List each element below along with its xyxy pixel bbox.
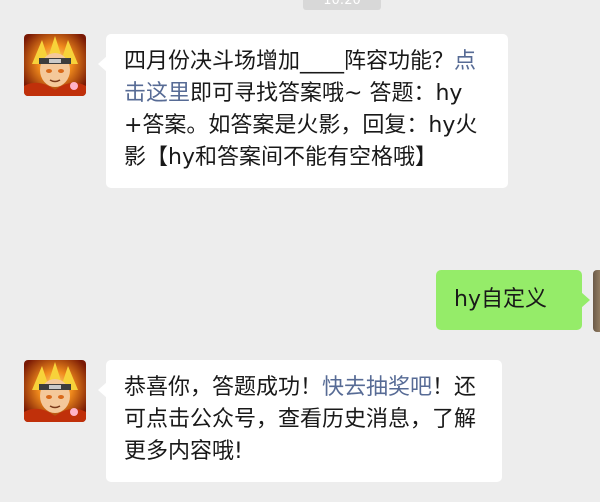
naruto-avatar-icon <box>24 360 86 422</box>
message-bubble-incoming: 四月份决斗场增加____阵容功能？点击这里即可寻找答案哦~ 答题：hy+答案。如… <box>98 34 508 188</box>
message-text: hy自定义 <box>454 287 547 312</box>
message-text: 四月份决斗场增加____阵容功能？ <box>124 49 455 74</box>
self-avatar[interactable] <box>593 270 600 332</box>
message-bubble-outgoing: hy自定义 <box>436 270 590 330</box>
lottery-link[interactable]: 快去抽奖吧 <box>322 375 432 400</box>
sender-avatar[interactable] <box>24 360 86 422</box>
message-bubble-incoming: 恭喜你，答题成功！快去抽奖吧！还可点击公众号，查看历史消息，了解更多内容哦! <box>98 360 502 482</box>
message-text: 恭喜你，答题成功！ <box>124 375 323 400</box>
timestamp-badge: 10:20 <box>303 0 381 10</box>
sender-avatar[interactable] <box>24 34 86 96</box>
naruto-avatar-icon <box>24 34 86 96</box>
